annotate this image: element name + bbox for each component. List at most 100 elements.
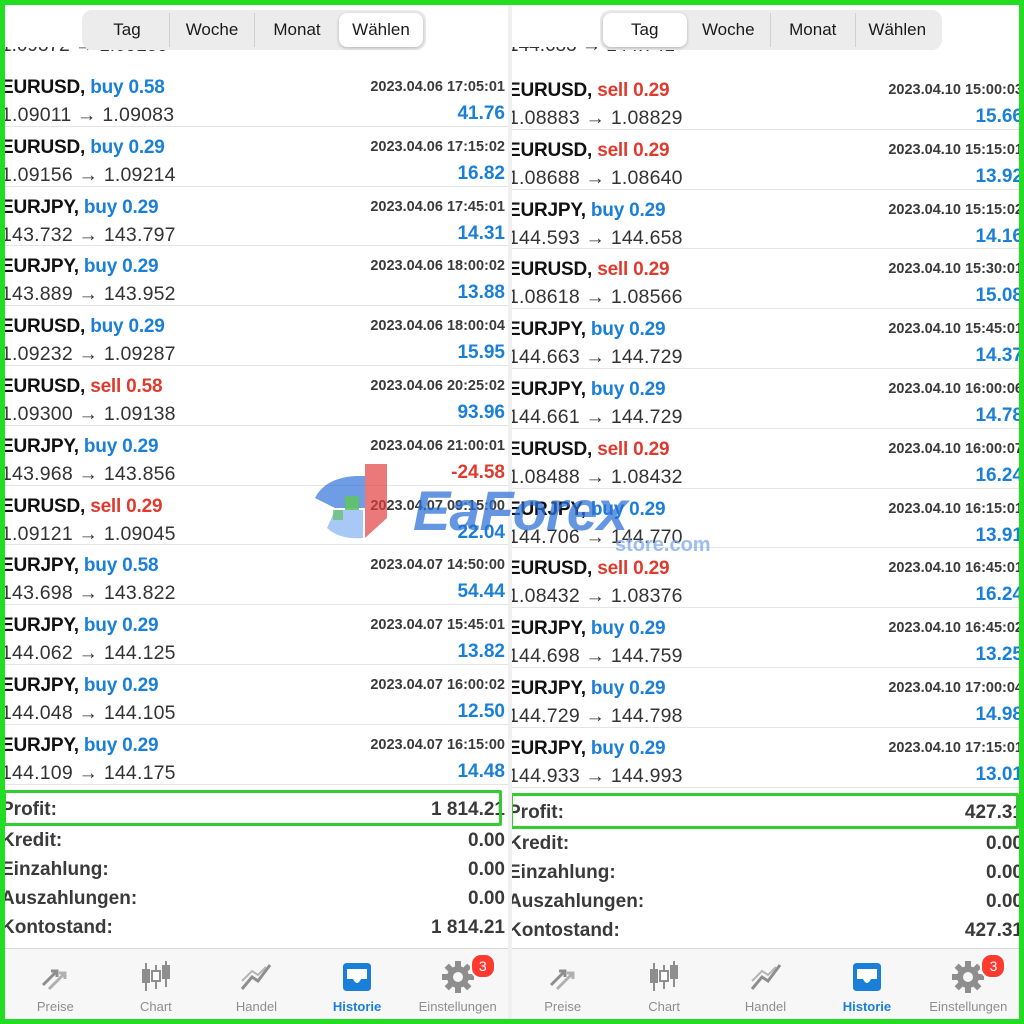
trade-row[interactable]: EURJPY, buy 0.29 2023.04.10 16:45:02 144… xyxy=(512,608,1019,668)
tabbar-item-einstellungen[interactable]: 3 Einstellungen xyxy=(918,949,1019,1019)
profit-highlight-box xyxy=(512,793,1019,829)
trade-side-volume: sell 0.29 xyxy=(597,139,670,161)
tabbar-item-preise[interactable]: Preise xyxy=(5,949,106,1019)
watermark-emblem-icon xyxy=(315,464,387,539)
trade-date: 2023.04.07 15:45:01 xyxy=(370,617,505,634)
trade-prices: 1.09300 → 1.09138 xyxy=(5,402,176,425)
period-tab-2[interactable]: Monat xyxy=(254,13,339,47)
trade-date: 2023.04.06 17:45:01 xyxy=(370,198,505,215)
trade-profit: 16.24 xyxy=(975,584,1019,606)
trade-row[interactable]: EURUSD, buy 0.29 2023.04.06 18:00:04 1.0… xyxy=(5,306,508,366)
trade-symbol: EURJPY, buy 0.29 xyxy=(5,674,159,696)
trade-prices: 1.08432 → 1.08376 xyxy=(512,585,683,608)
trade-row[interactable]: EURJPY, buy 0.29 2023.04.10 16:00:06 144… xyxy=(512,369,1019,429)
trade-date: 2023.04.10 16:00:07 xyxy=(888,440,1019,457)
summary-kredit: Kredit: 0.00 xyxy=(5,826,508,855)
trade-profit: 13.88 xyxy=(457,282,505,304)
trade-row[interactable]: EURJPY, buy 0.29 2023.04.06 18:00:02 143… xyxy=(5,246,508,307)
trade-profit: 14.48 xyxy=(457,760,505,782)
period-tab-0[interactable]: Tag xyxy=(85,13,169,47)
trade-prices: 1.09232 → 1.09287 xyxy=(5,343,176,366)
trade-row[interactable]: EURUSD, buy 0.29 2023.04.06 17:15:02 1.0… xyxy=(5,127,508,187)
trade-profit: 13.01 xyxy=(975,763,1019,785)
trade-row[interactable]: EURJPY, buy 0.29 2023.04.10 17:15:01 144… xyxy=(512,728,1019,788)
period-tab-3[interactable]: Wählen xyxy=(854,13,940,47)
trade-prices: 144.698 → 144.759 xyxy=(512,645,683,668)
period-tab-3[interactable]: Wählen xyxy=(339,13,423,47)
period-tab-0[interactable]: Tag xyxy=(603,13,687,47)
trade-symbol: EURJPY, buy 0.29 xyxy=(5,196,159,218)
trade-list: EURUSD, buy 0.58 2023.04.06 17:05:01 1.0… xyxy=(5,67,508,785)
period-tab-1[interactable]: Woche xyxy=(687,13,771,47)
summary-einzahlung-value: 0.00 xyxy=(468,859,505,880)
trade-symbol: EURJPY, buy 0.29 xyxy=(512,737,666,759)
trade-row[interactable]: EURJPY, buy 0.29 2023.04.10 15:45:01 144… xyxy=(512,309,1019,369)
profit-highlight-box xyxy=(5,790,502,826)
tabbar-label: Historie xyxy=(842,999,892,1014)
trade-profit: 14.78 xyxy=(975,404,1019,426)
trade-date: 2023.04.10 16:45:02 xyxy=(888,620,1019,637)
trade-date: 2023.04.10 17:15:01 xyxy=(888,739,1019,756)
trade-prices: 144.663 → 144.729 xyxy=(512,346,683,369)
trade-row[interactable]: EURJPY, buy 0.29 2023.04.10 15:15:02 144… xyxy=(512,190,1019,250)
summary-einzahlung-label: Einzahlung: xyxy=(5,859,109,880)
trade-date: 2023.04.06 21:00:01 xyxy=(370,437,505,454)
period-tab-2[interactable]: Monat xyxy=(770,13,855,47)
trade-row[interactable]: EURUSD, buy 0.58 2023.04.06 17:05:01 1.0… xyxy=(5,67,508,127)
trade-prices: 1.08883 → 1.08829 xyxy=(512,107,683,129)
trade-profit: 16.24 xyxy=(975,464,1019,486)
trade-row[interactable]: EURUSD, sell 0.58 2023.04.06 20:25:02 1.… xyxy=(5,366,508,426)
summary-einzahlung-label: Einzahlung: xyxy=(512,862,616,883)
trade-symbol: EURJPY, buy 0.58 xyxy=(5,555,159,577)
trade-symbol: EURUSD, sell 0.29 xyxy=(512,80,670,101)
trade-prices: 144.661 → 144.729 xyxy=(512,405,683,428)
trade-date: 2023.04.10 15:30:01 xyxy=(888,261,1019,278)
trade-row[interactable]: EURUSD, sell 0.29 2023.04.10 15:30:01 1.… xyxy=(512,249,1019,310)
trade-date: 2023.04.06 20:25:02 xyxy=(370,377,505,394)
trade-row[interactable]: EURJPY, buy 0.29 2023.04.07 15:45:01 144… xyxy=(5,605,508,665)
trade-side-volume: sell 0.29 xyxy=(597,80,670,101)
summary-kredit-label: Kredit: xyxy=(5,830,63,851)
trade-row[interactable]: EURUSD, sell 0.29 2023.04.10 15:15:01 1.… xyxy=(512,130,1019,190)
trade-date: 2023.04.10 16:15:01 xyxy=(888,500,1019,517)
trade-side-volume: sell 0.29 xyxy=(597,259,670,281)
trade-row[interactable]: EURJPY, buy 0.29 2023.04.07 16:00:02 144… xyxy=(5,665,508,725)
summary-kredit-value: 0.00 xyxy=(468,830,505,851)
trade-chart-icon xyxy=(238,959,274,995)
summary-kontostand-value: 1 814.21 xyxy=(431,917,505,938)
tabbar-item-chart[interactable]: Chart xyxy=(106,949,207,1019)
tabbar-item-preise[interactable]: Preise xyxy=(512,949,613,1019)
summary-auszahlungen-value: 0.00 xyxy=(468,888,505,909)
tabbar-item-handel[interactable]: Handel xyxy=(715,949,816,1019)
tabbar-label: Handel xyxy=(235,999,278,1014)
bottom-tab-bar: Preise Chart Handel Historie 3 Einstellu… xyxy=(512,948,1019,1019)
tabbar-item-einstellungen[interactable]: 3 Einstellungen xyxy=(407,949,508,1019)
trade-prices: 1.09156 → 1.09214 xyxy=(5,163,176,186)
trade-profit: 14.98 xyxy=(975,703,1019,725)
prices-arrows-icon xyxy=(37,959,73,995)
candlestick-chart-icon xyxy=(646,959,682,995)
trade-date: 2023.04.10 17:00:04 xyxy=(888,679,1019,696)
trade-row[interactable]: EURUSD, sell 0.29 2023.04.10 15:00:03 1.… xyxy=(512,70,1019,130)
trade-prices: 1.08688 → 1.08640 xyxy=(512,166,683,189)
period-tab-1[interactable]: Woche xyxy=(169,13,254,47)
tabbar-item-historie[interactable]: Historie xyxy=(307,949,408,1019)
tabbar-item-handel[interactable]: Handel xyxy=(206,949,307,1019)
trade-row[interactable]: EURJPY, buy 0.29 2023.04.06 17:45:01 143… xyxy=(5,187,508,247)
trade-prices: 1.09121 → 1.09045 xyxy=(5,522,176,545)
tabbar-item-historie[interactable]: Historie xyxy=(816,949,917,1019)
tabbar-item-chart[interactable]: Chart xyxy=(613,949,714,1019)
trade-row[interactable]: EURJPY, buy 0.29 2023.04.07 16:15:00 144… xyxy=(5,725,508,785)
trade-symbol: EURJPY, buy 0.29 xyxy=(512,199,666,221)
trade-side-volume: buy 0.29 xyxy=(83,734,159,756)
trade-profit: 54.44 xyxy=(457,581,505,603)
trade-prices: 1.09011 → 1.09083 xyxy=(5,104,175,126)
trade-symbol: EURUSD, sell 0.29 xyxy=(512,139,670,161)
watermark-brand: EaForex xyxy=(413,479,628,542)
tabbar-label: Historie xyxy=(332,999,382,1014)
trade-row[interactable]: EURJPY, buy 0.29 2023.04.10 17:00:04 144… xyxy=(512,668,1019,728)
trade-date: 2023.04.06 17:15:02 xyxy=(370,138,505,155)
watermark-sub: store.com xyxy=(615,534,711,556)
trade-date: 2023.04.10 16:00:06 xyxy=(888,380,1019,397)
trade-side-volume: buy 0.29 xyxy=(590,378,666,400)
